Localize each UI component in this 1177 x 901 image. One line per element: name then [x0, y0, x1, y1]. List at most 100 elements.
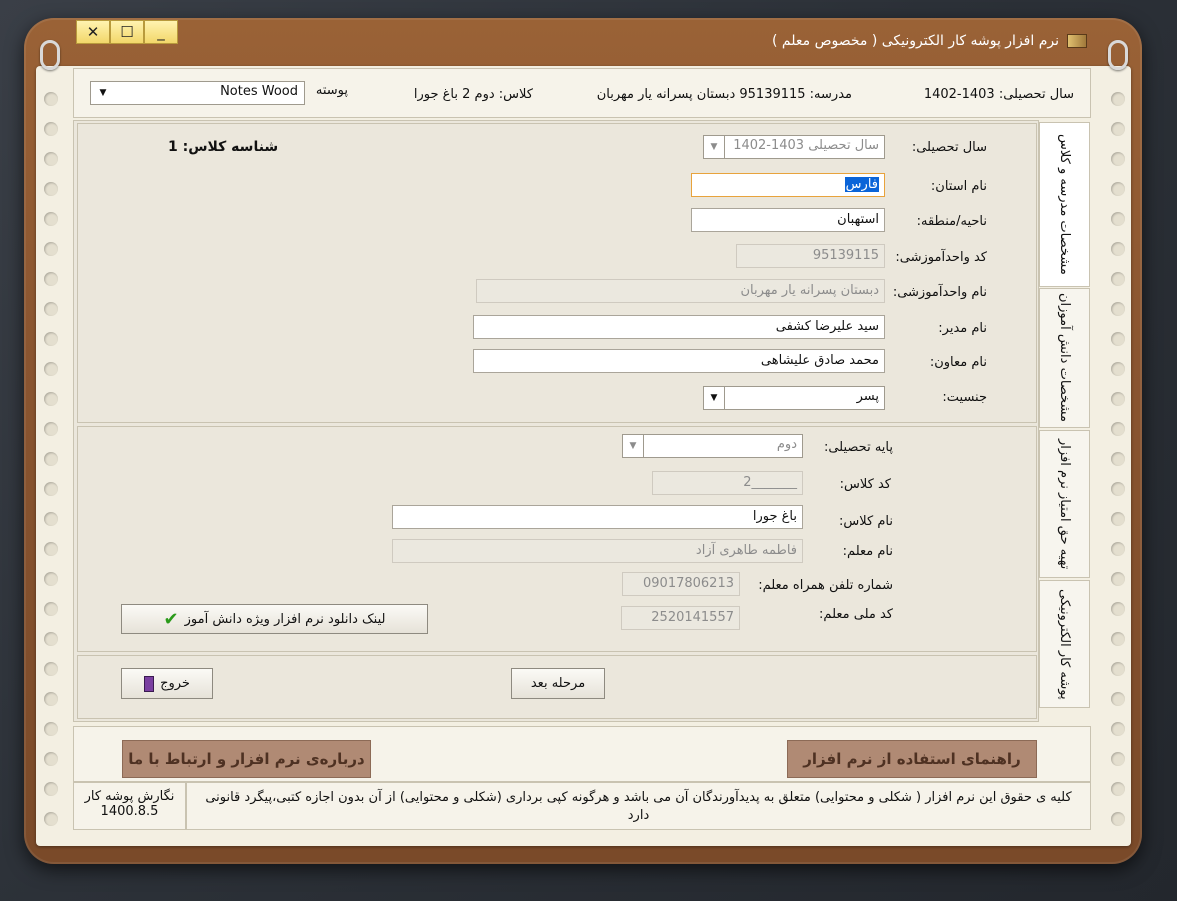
maximize-button[interactable]: ☐ [110, 20, 144, 44]
chevron-down-icon: ▼ [704, 136, 725, 158]
binder-hole-icon [1111, 752, 1125, 766]
binder-hole-icon [1111, 92, 1125, 106]
mobile-label: شماره تلفن همراه معلم: [758, 578, 893, 593]
tab-license-label: تهیه حق امتیاز نرم افزار [1057, 438, 1072, 570]
binder-hole-icon [1111, 122, 1125, 136]
national-id-label: کد ملی معلم: [819, 607, 893, 622]
deputy-label: نام معاون: [929, 355, 987, 370]
binder-hole-icon [1111, 272, 1125, 286]
binder-hole-icon [44, 302, 58, 316]
gender-label: جنسیت: [942, 390, 987, 405]
tab-school-class[interactable]: مشخصات مدرسه و کلاس [1039, 122, 1090, 287]
binder-hole-icon [1111, 602, 1125, 616]
region-field[interactable]: استهبان [691, 208, 885, 232]
close-icon: ✕ [86, 23, 100, 41]
mobile-field[interactable]: 09017806213 [622, 572, 740, 596]
binder-hole-icon [44, 362, 58, 376]
binder-hole-icon [1111, 812, 1125, 826]
unit-code-field[interactable]: 95139115 [736, 244, 885, 268]
class-name-field[interactable]: باغ جورا [392, 505, 803, 529]
binder-hole-icon [1111, 152, 1125, 166]
binder-hole-icon [1111, 392, 1125, 406]
binder-hole-icon [1111, 332, 1125, 346]
province-value: فارس [844, 177, 879, 192]
binder-hole-icon [44, 422, 58, 436]
principal-label: نام مدیر: [938, 321, 987, 336]
class-name-label: نام کلاس: [839, 514, 893, 529]
binder-hole-icon [44, 692, 58, 706]
version-number: 1400.8.5 [100, 804, 159, 819]
student-download-link-button[interactable]: لینک دانلود نرم افزار ویژه دانش آموز ✔ [121, 604, 428, 634]
exit-door-icon [144, 675, 155, 692]
grade-select-value: دوم [776, 437, 797, 452]
minimize-button[interactable]: _ [144, 20, 178, 44]
about-contact-label: درباره‌ی نرم افزار و ارتباط با ما [128, 750, 365, 768]
next-step-button[interactable]: مرحله بعد [511, 668, 605, 699]
window-controls: ✕ ☐ _ [76, 20, 178, 44]
tab-portfolio[interactable]: پوشه کار الکترونیکی [1039, 580, 1090, 708]
binder-hole-icon [1111, 242, 1125, 256]
unit-name-field[interactable]: دبستان پسرانه یار مهربان [476, 279, 885, 303]
maximize-icon: ☐ [120, 23, 134, 41]
binder-hole-icon [1111, 482, 1125, 496]
minimize-icon: _ [157, 23, 165, 41]
binder-hole-icon [1111, 662, 1125, 676]
chevron-down-icon: ▼ [704, 387, 725, 409]
title-bar: نرم افزار پوشه کار الکترونیکی ( مخصوص مع… [772, 33, 1087, 49]
header-bar: سال تحصیلی: 1403-1402 مدرسه: 95139115 دب… [73, 68, 1091, 118]
grade-select[interactable]: ▼ دوم [622, 434, 803, 458]
binder-hole-icon [1111, 632, 1125, 646]
binder-hole-icon [44, 662, 58, 676]
unit-code-label: کد واحدآموزشی: [895, 250, 987, 265]
class-id: شناسه کلاس: 1 [168, 139, 279, 155]
year-select-value: سال تحصیلی 1403-1402 [733, 138, 879, 153]
tab-portfolio-label: پوشه کار الکترونیکی [1057, 588, 1072, 700]
binder-hole-icon [1111, 212, 1125, 226]
deputy-field[interactable]: محمد صادق علیشاهی [473, 349, 885, 373]
region-label: ناحیه/منطقه: [916, 214, 987, 229]
binder-hole-icon [1111, 302, 1125, 316]
year-label: سال تحصیلی: [911, 140, 987, 155]
binder-hole-icon [44, 542, 58, 556]
year-select[interactable]: ▼ سال تحصیلی 1403-1402 [703, 135, 885, 159]
user-guide-label: راهنمای استفاده از نرم افزار [803, 750, 1021, 768]
binder-hole-icon [44, 212, 58, 226]
tab-school-class-label: مشخصات مدرسه و کلاس [1057, 134, 1072, 275]
binder-hole-icon [1111, 572, 1125, 586]
binder-hole-icon [44, 242, 58, 256]
about-contact-button[interactable]: درباره‌ی نرم افزار و ارتباط با ما [122, 740, 371, 778]
binder-hole-icon [44, 272, 58, 286]
unit-name-label: نام واحدآموزشی: [892, 285, 987, 300]
binder-hole-icon [44, 92, 58, 106]
ring-left-icon [40, 40, 60, 70]
user-guide-button[interactable]: راهنمای استفاده از نرم افزار [787, 740, 1037, 778]
binder-hole-icon [44, 782, 58, 796]
download-link-label: لینک دانلود نرم افزار ویژه دانش آموز [184, 611, 386, 627]
skin-select[interactable]: ▼ Notes Wood [90, 81, 305, 105]
chevron-down-icon: ▼ [99, 88, 107, 98]
tab-students[interactable]: مشخصات دانش آموزان [1039, 288, 1090, 428]
teacher-field[interactable]: فاطمه طاهری آزاد [392, 539, 803, 563]
next-step-label: مرحله بعد [530, 676, 586, 691]
tab-students-label: مشخصات دانش آموزان [1057, 293, 1072, 423]
binder-hole-icon [44, 152, 58, 166]
teacher-label: نام معلم: [842, 544, 893, 559]
binder-hole-icon [44, 512, 58, 526]
class-code-field[interactable]: _______2 [652, 471, 803, 495]
school-panel [77, 123, 1037, 423]
skin-label: پوسته [315, 83, 348, 98]
province-field[interactable]: فارس [691, 173, 885, 197]
gender-select[interactable]: ▼ پسر [703, 386, 885, 410]
skin-value: Notes Wood [220, 84, 298, 99]
binder-hole-icon [1111, 422, 1125, 436]
binder-hole-icon [44, 602, 58, 616]
close-button[interactable]: ✕ [76, 20, 110, 44]
province-label: نام استان: [930, 179, 987, 194]
binder-hole-icon [44, 812, 58, 826]
exit-button[interactable]: خروج [121, 668, 213, 699]
principal-field[interactable]: سید علیرضا کشفی [473, 315, 885, 339]
tab-license[interactable]: تهیه حق امتیاز نرم افزار [1039, 430, 1090, 578]
window-title: نرم افزار پوشه کار الکترونیکی ( مخصوص مع… [772, 33, 1059, 49]
binder-hole-icon [44, 482, 58, 496]
national-id-field[interactable]: 2520141557 [621, 606, 740, 630]
